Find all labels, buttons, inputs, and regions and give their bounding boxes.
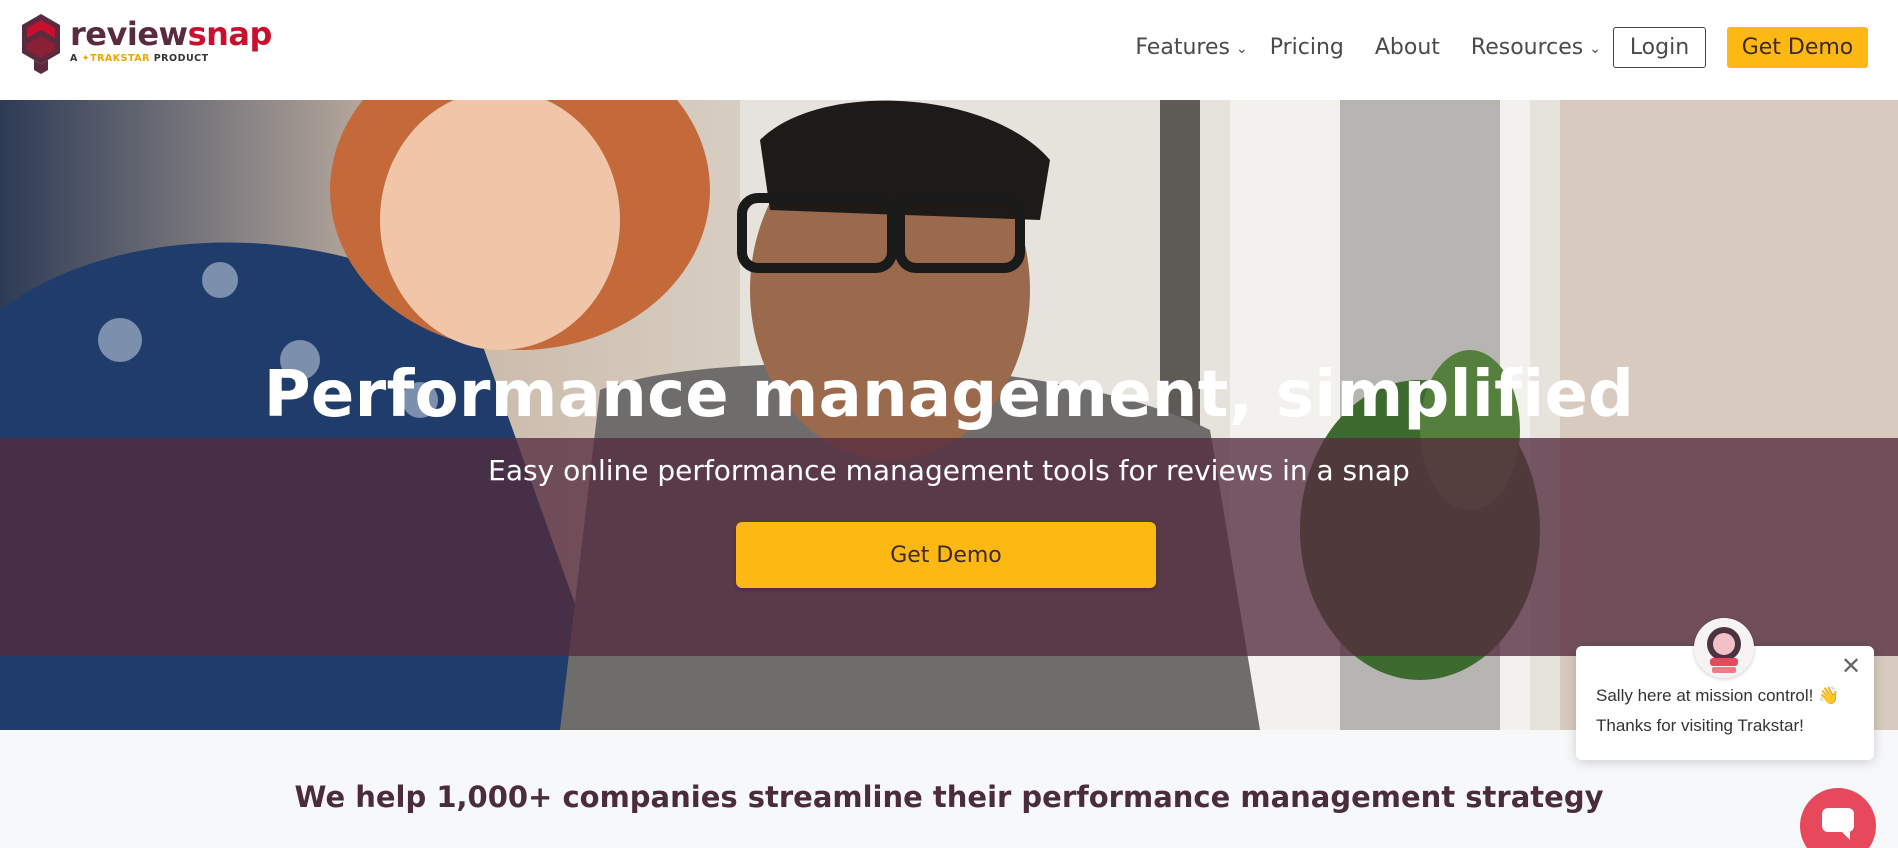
nav-features[interactable]: Features ⌄	[1135, 35, 1247, 60]
nav-pricing-label: Pricing	[1269, 35, 1344, 60]
companies-tagline: We help 1,000+ companies streamline thei…	[294, 780, 1604, 814]
nav-features-label: Features	[1135, 35, 1230, 60]
nav-about-label: About	[1374, 35, 1440, 60]
logo-subtitle: A ✦TRAKSTAR PRODUCT	[70, 53, 272, 64]
logo-sub-prefix: A	[70, 53, 82, 64]
chat-message-line2: Thanks for visiting Trakstar!	[1596, 716, 1804, 735]
close-icon[interactable]: ✕	[1840, 655, 1862, 679]
logo-sub-trakstar: ✦TRAKSTAR	[81, 53, 150, 64]
nav-pricing[interactable]: Pricing	[1270, 35, 1344, 60]
hero-get-demo-button[interactable]: Get Demo	[736, 522, 1156, 588]
chat-message-line1: Sally here at mission control! 👋	[1596, 686, 1840, 705]
chat-bubble-icon	[1822, 808, 1854, 840]
logo-sub-suffix: PRODUCT	[149, 53, 209, 64]
hero-title: Performance management, simplified	[263, 358, 1635, 432]
astronaut-avatar-icon	[1694, 618, 1754, 678]
chevron-down-icon: ⌄	[1235, 40, 1248, 57]
nav-about[interactable]: About	[1375, 35, 1440, 60]
nav-resources[interactable]: Resources ⌄	[1471, 35, 1601, 60]
logo-word-review: review	[70, 15, 188, 53]
logo-word-snap: snap	[187, 15, 273, 53]
get-demo-button[interactable]: Get Demo	[1727, 27, 1868, 68]
chevron-down-icon: ⌄	[1589, 40, 1601, 57]
reviewsnap-logo[interactable]: reviewsnap A ✦TRAKSTAR PRODUCT	[20, 12, 272, 76]
logo-hexagon-icon	[22, 14, 60, 74]
site-header: reviewsnap A ✦TRAKSTAR PRODUCT Features …	[0, 0, 1898, 100]
hero-subtitle: Easy online performance management tools…	[488, 454, 1410, 487]
logo-wordmark: reviewsnap	[70, 16, 272, 52]
nav-resources-label: Resources	[1470, 35, 1584, 60]
main-nav: Features ⌄ Pricing About Resources ⌄ Log…	[1135, 27, 1868, 68]
login-button[interactable]: Login	[1613, 27, 1706, 68]
